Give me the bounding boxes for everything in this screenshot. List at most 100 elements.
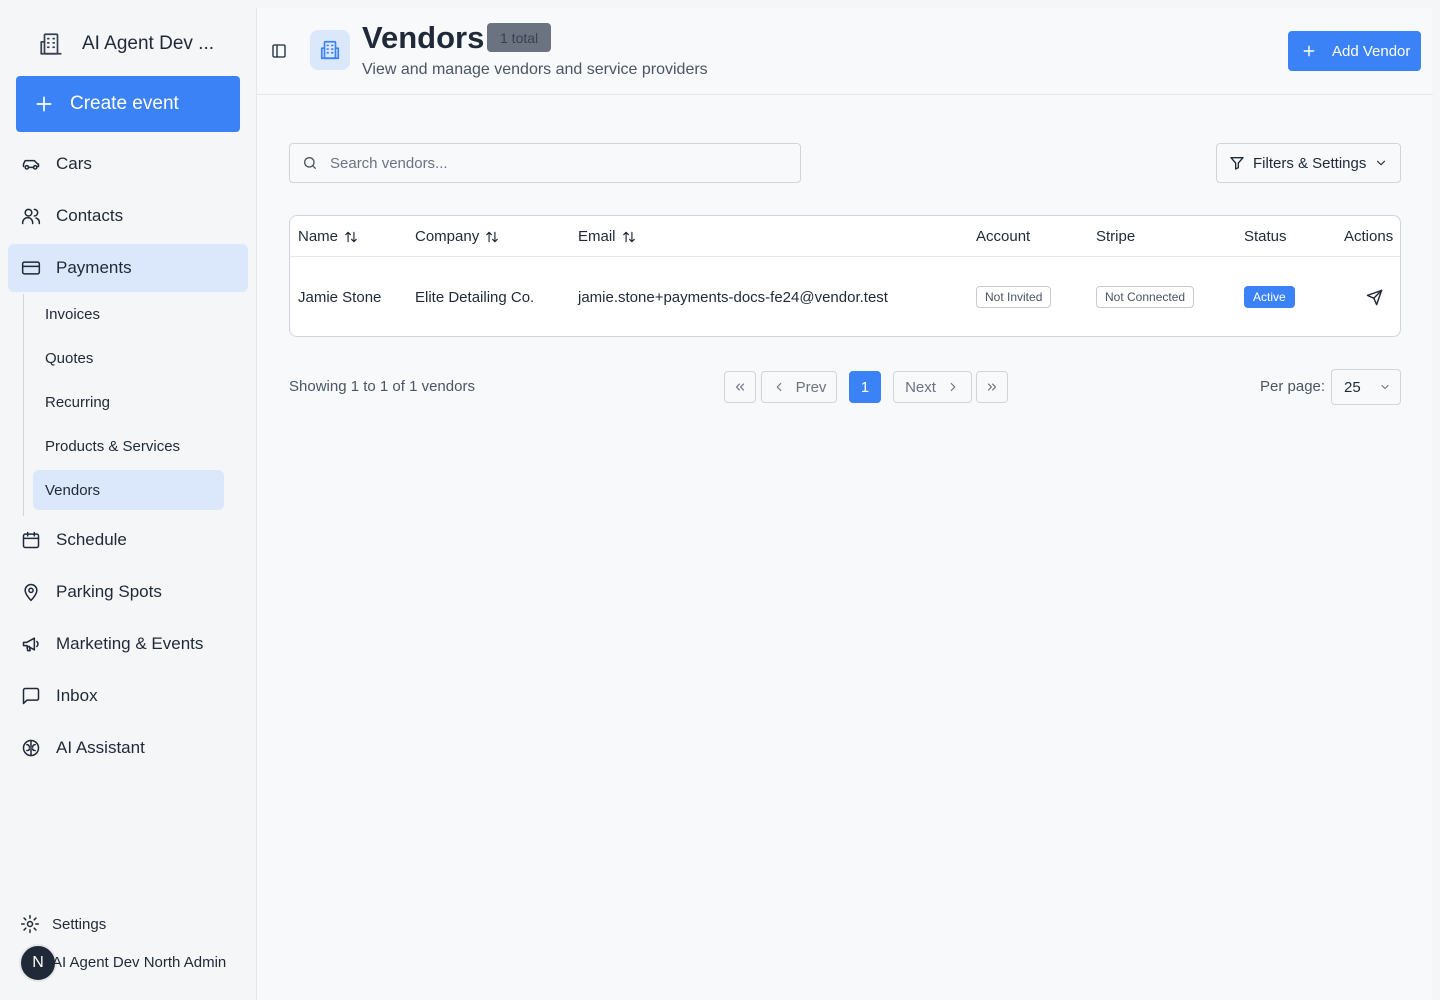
message-square-icon: [20, 685, 42, 707]
column-label: Company: [415, 228, 480, 245]
column-header-stripe: Stripe: [1096, 228, 1136, 245]
sidebar-subitem-recurring[interactable]: Recurring: [33, 382, 224, 422]
pagination-summary: Showing 1 to 1 of 1 vendors: [289, 378, 475, 395]
main-content: Vendors 1 total View and manage vendors …: [256, 8, 1433, 1000]
user-name: AI Agent Dev North Admin: [52, 954, 227, 971]
next-page-button[interactable]: Next: [893, 371, 972, 403]
search-input[interactable]: [330, 154, 770, 172]
cell-status: Active: [1244, 257, 1295, 336]
chevrons-left-icon: [733, 380, 747, 394]
cell-company: Elite Detailing Co.: [415, 288, 535, 306]
per-page-label: Per page:: [1260, 378, 1326, 395]
sidebar-subitem-label: Vendors: [45, 481, 101, 499]
subnav-divider: [23, 294, 24, 516]
brand-label: AI Agent Dev ...: [82, 33, 215, 54]
map-pin-icon: [20, 581, 42, 603]
column-header-email[interactable]: Email: [578, 216, 636, 257]
sidebar-subitem-vendors[interactable]: Vendors: [33, 470, 224, 510]
chevron-left-icon: [772, 380, 786, 394]
sidebar-subitem-invoices[interactable]: Invoices: [33, 294, 224, 334]
calendar-icon: [20, 529, 42, 551]
chevron-right-icon: [946, 380, 960, 394]
building-icon: [38, 31, 64, 57]
sidebar-item-label: Payments: [56, 258, 132, 277]
create-event-button[interactable]: Create event: [16, 76, 240, 132]
chevrons-right-icon: [985, 380, 999, 394]
sidebar-item-label: AI Assistant: [56, 738, 145, 757]
sidebar-item-label: Schedule: [56, 530, 127, 549]
prev-page-button[interactable]: Prev: [761, 371, 837, 403]
vendors-building-icon: [310, 30, 350, 70]
sidebar-subitem-label: Recurring: [45, 393, 111, 411]
sidebar-item-label: Parking Spots: [56, 582, 162, 601]
sort-icon: [344, 230, 358, 244]
sidebar-item-schedule[interactable]: Schedule: [8, 516, 248, 564]
page-subtitle: View and manage vendors and service prov…: [362, 61, 708, 78]
settings-label: Settings: [52, 915, 107, 933]
table-header: Name Company Email Account Stripe Status…: [290, 216, 1400, 257]
page-title: Vendors: [362, 20, 485, 55]
column-header-company[interactable]: Company: [415, 216, 499, 257]
sidebar-subitem-products-services[interactable]: Products & Services: [33, 426, 224, 466]
car-icon: [20, 153, 42, 175]
table-row[interactable]: Jamie Stone Elite Detailing Co. jamie.st…: [290, 257, 1400, 336]
filter-icon: [1229, 155, 1245, 171]
user-menu[interactable]: N AI Agent Dev North Admin: [19, 944, 226, 982]
send-icon[interactable]: [1366, 289, 1383, 306]
last-page-button[interactable]: [976, 371, 1008, 403]
per-page-select[interactable]: 25: [1331, 369, 1401, 405]
stripe-status-badge: Not Connected: [1096, 286, 1195, 308]
sort-icon: [622, 230, 636, 244]
sidebar-item-payments[interactable]: Payments: [8, 244, 248, 292]
total-count-badge: 1 total: [487, 23, 552, 52]
add-vendor-label: Add Vendor: [1332, 42, 1411, 60]
prev-label: Prev: [795, 378, 827, 396]
create-event-label: Create event: [70, 93, 179, 114]
sidebar-item-label: Marketing & Events: [56, 634, 204, 653]
cell-email: jamie.stone+payments-docs-fe24@vendor.te…: [578, 288, 888, 306]
sidebar-item-label: Inbox: [56, 686, 98, 705]
sidebar-item-label: Cars: [56, 154, 92, 173]
credit-card-icon: [20, 257, 42, 279]
page-header: Vendors 1 total View and manage vendors …: [257, 8, 1433, 95]
first-page-button[interactable]: [724, 371, 756, 403]
users-icon: [20, 205, 42, 227]
per-page-value: 25: [1344, 378, 1361, 396]
brain-icon: [20, 737, 42, 759]
sidebar-item-ai-assistant[interactable]: AI Assistant: [8, 724, 248, 772]
brand[interactable]: AI Agent Dev ...: [38, 30, 214, 58]
cell-actions: [1366, 257, 1383, 336]
sidebar-item-parking-spots[interactable]: Parking Spots: [8, 568, 248, 616]
status-badge: Active: [1244, 286, 1295, 308]
add-vendor-button[interactable]: Add Vendor: [1288, 31, 1421, 71]
sidebar-item-cars[interactable]: Cars: [8, 140, 248, 188]
column-header-actions: Actions: [1344, 228, 1394, 245]
sidebar-subitem-label: Invoices: [45, 305, 101, 323]
account-status-badge: Not Invited: [976, 286, 1052, 308]
column-header-account: Account: [976, 228, 1031, 245]
filters-label: Filters & Settings: [1253, 154, 1367, 172]
sidebar-subitem-quotes[interactable]: Quotes: [33, 338, 224, 378]
sidebar-toggle-icon[interactable]: [271, 43, 287, 59]
search-icon: [302, 155, 318, 171]
sidebar-subitem-label: Quotes: [45, 349, 94, 367]
vendors-table: Name Company Email Account Stripe Status…: [289, 215, 1401, 337]
column-header-status: Status: [1244, 228, 1287, 245]
column-label: Email: [578, 228, 616, 245]
sidebar-item-label: Contacts: [56, 206, 124, 225]
sidebar-subitem-label: Products & Services: [45, 437, 181, 455]
sidebar-item-settings[interactable]: Settings: [20, 910, 106, 938]
search-box[interactable]: [289, 143, 801, 183]
plus-icon: [34, 94, 54, 114]
column-header-name[interactable]: Name: [298, 216, 358, 257]
chevron-down-icon: [1379, 381, 1391, 393]
cell-account: Not Invited: [976, 257, 1052, 336]
cell-name: Jamie Stone: [298, 288, 382, 306]
column-label: Name: [298, 228, 339, 245]
sidebar-item-marketing-events[interactable]: Marketing & Events: [8, 620, 248, 668]
sidebar-item-inbox[interactable]: Inbox: [8, 672, 248, 720]
sidebar-item-contacts[interactable]: Contacts: [8, 192, 248, 240]
sort-icon: [485, 230, 499, 244]
filters-settings-button[interactable]: Filters & Settings: [1216, 143, 1401, 183]
page-button-current[interactable]: 1: [849, 371, 881, 403]
